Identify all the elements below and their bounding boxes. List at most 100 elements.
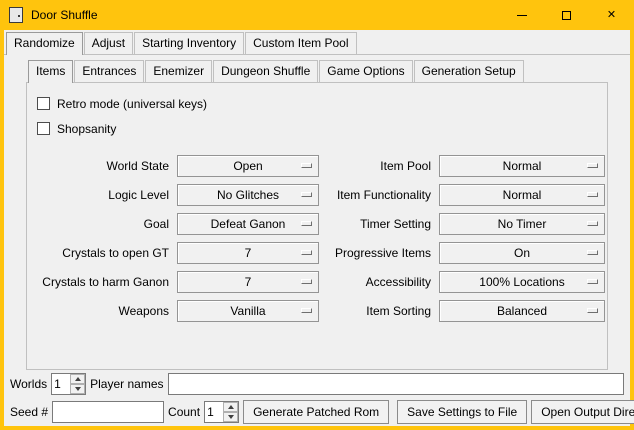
menu-indicator-icon bbox=[301, 163, 312, 168]
menu-indicator-icon bbox=[587, 250, 598, 255]
checkbox-label: Retro mode (universal keys) bbox=[57, 97, 207, 111]
item-sorting-dropdown[interactable]: Balanced bbox=[439, 300, 605, 322]
spin-down-button[interactable] bbox=[70, 384, 85, 394]
goal-dropdown[interactable]: Defeat Ganon bbox=[177, 213, 319, 235]
maximize-icon bbox=[562, 11, 571, 20]
dropdown-value: No Timer bbox=[498, 217, 547, 231]
tab-adjust[interactable]: Adjust bbox=[84, 32, 133, 54]
menu-indicator-icon bbox=[587, 163, 598, 168]
spin-up-button[interactable] bbox=[223, 402, 238, 412]
randomize-pane: Items Entrances Enemizer Dungeon Shuffle… bbox=[4, 54, 630, 370]
crystals-ganon-label: Crystals to harm Ganon bbox=[29, 275, 169, 289]
window-title: Door Shuffle bbox=[31, 8, 98, 22]
spin-arrows bbox=[223, 402, 238, 422]
crystals-ganon-dropdown[interactable]: 7 bbox=[177, 271, 319, 293]
tab-dungeon-shuffle[interactable]: Dungeon Shuffle bbox=[213, 60, 318, 82]
field-grid: World State Open Item Pool Normal Logic … bbox=[29, 155, 605, 322]
accessibility-label: Accessibility bbox=[327, 275, 431, 289]
progressive-items-label: Progressive Items bbox=[327, 246, 431, 260]
timer-setting-label: Timer Setting bbox=[327, 217, 431, 231]
dropdown-value: Balanced bbox=[497, 304, 547, 318]
title-bar: Door Shuffle ✕ bbox=[0, 0, 634, 30]
item-functionality-label: Item Functionality bbox=[327, 188, 431, 202]
tab-randomize[interactable]: Randomize bbox=[6, 32, 83, 55]
progressive-items-dropdown[interactable]: On bbox=[439, 242, 605, 264]
item-pool-dropdown[interactable]: Normal bbox=[439, 155, 605, 177]
app-window: Door Shuffle ✕ Randomize Adjust Starting… bbox=[0, 0, 634, 430]
dropdown-value: Normal bbox=[503, 188, 542, 202]
inner-tab-bar: Items Entrances Enemizer Dungeon Shuffle… bbox=[26, 60, 608, 82]
accessibility-dropdown[interactable]: 100% Locations bbox=[439, 271, 605, 293]
menu-indicator-icon bbox=[301, 279, 312, 284]
player-names-label: Player names bbox=[90, 377, 163, 391]
dropdown-value: 7 bbox=[245, 246, 252, 260]
door-icon[interactable] bbox=[9, 7, 23, 23]
menu-indicator-icon bbox=[587, 308, 598, 313]
items-pane: Retro mode (universal keys) Shopsanity W… bbox=[26, 82, 608, 370]
timer-setting-dropdown[interactable]: No Timer bbox=[439, 213, 605, 235]
logic-level-dropdown[interactable]: No Glitches bbox=[177, 184, 319, 206]
item-functionality-dropdown[interactable]: Normal bbox=[439, 184, 605, 206]
seed-label: Seed # bbox=[10, 405, 48, 419]
worlds-row: Worlds Player names bbox=[10, 372, 624, 396]
menu-indicator-icon bbox=[301, 221, 312, 226]
shopsanity-checkbox[interactable]: Shopsanity bbox=[37, 116, 605, 141]
menu-indicator-icon bbox=[301, 308, 312, 313]
spin-arrows bbox=[70, 374, 85, 394]
generate-patched-rom-button[interactable]: Generate Patched Rom bbox=[243, 400, 389, 424]
tab-enemizer[interactable]: Enemizer bbox=[145, 60, 212, 82]
seed-row: Seed # Count Generate Patched Rom Save S… bbox=[10, 399, 624, 425]
checkbox-icon bbox=[37, 97, 50, 110]
dropdown-value: Normal bbox=[503, 159, 542, 173]
client-area: Randomize Adjust Starting Inventory Cust… bbox=[4, 30, 630, 426]
count-input[interactable] bbox=[205, 402, 223, 422]
dropdown-value: 100% Locations bbox=[479, 275, 564, 289]
close-button[interactable]: ✕ bbox=[589, 0, 634, 30]
tab-custom-item-pool[interactable]: Custom Item Pool bbox=[245, 32, 356, 54]
spin-up-icon bbox=[228, 405, 234, 409]
outer-tab-bar: Randomize Adjust Starting Inventory Cust… bbox=[4, 32, 630, 54]
world-state-label: World State bbox=[29, 159, 169, 173]
menu-indicator-icon bbox=[301, 250, 312, 255]
tab-starting-inventory[interactable]: Starting Inventory bbox=[134, 32, 244, 54]
menu-indicator-icon bbox=[587, 192, 598, 197]
weapons-dropdown[interactable]: Vanilla bbox=[177, 300, 319, 322]
save-settings-button[interactable]: Save Settings to File bbox=[397, 400, 527, 424]
minimize-button[interactable] bbox=[499, 0, 544, 30]
dropdown-value: 7 bbox=[245, 275, 252, 289]
maximize-button[interactable] bbox=[544, 0, 589, 30]
worlds-input[interactable] bbox=[52, 374, 70, 394]
retro-mode-checkbox[interactable]: Retro mode (universal keys) bbox=[37, 91, 605, 116]
crystals-gt-dropdown[interactable]: 7 bbox=[177, 242, 319, 264]
goal-label: Goal bbox=[29, 217, 169, 231]
open-output-directory-button[interactable]: Open Output Directory bbox=[531, 400, 634, 424]
spin-down-button[interactable] bbox=[223, 412, 238, 422]
tab-items[interactable]: Items bbox=[28, 60, 73, 83]
checkbox-icon bbox=[37, 122, 50, 135]
count-stepper bbox=[204, 401, 239, 423]
dropdown-value: No Glitches bbox=[217, 188, 279, 202]
tab-game-options[interactable]: Game Options bbox=[319, 60, 412, 82]
spin-up-button[interactable] bbox=[70, 374, 85, 384]
count-label: Count bbox=[168, 405, 200, 419]
bottom-bar: Worlds Player names Seed # Count bbox=[4, 370, 630, 430]
weapons-label: Weapons bbox=[29, 304, 169, 318]
tab-entrances[interactable]: Entrances bbox=[74, 60, 144, 82]
minimize-icon bbox=[517, 15, 527, 16]
crystals-gt-label: Crystals to open GT bbox=[29, 246, 169, 260]
close-icon: ✕ bbox=[607, 10, 616, 21]
worlds-label: Worlds bbox=[10, 377, 47, 391]
dropdown-value: On bbox=[514, 246, 530, 260]
window-controls: ✕ bbox=[499, 0, 634, 30]
checkbox-label: Shopsanity bbox=[57, 122, 116, 136]
world-state-dropdown[interactable]: Open bbox=[177, 155, 319, 177]
tab-generation-setup[interactable]: Generation Setup bbox=[414, 60, 524, 82]
menu-indicator-icon bbox=[587, 221, 598, 226]
player-names-input[interactable] bbox=[168, 373, 625, 395]
dropdown-value: Open bbox=[233, 159, 262, 173]
menu-indicator-icon bbox=[301, 192, 312, 197]
dropdown-value: Vanilla bbox=[230, 304, 265, 318]
spin-down-icon bbox=[228, 415, 234, 419]
menu-indicator-icon bbox=[587, 279, 598, 284]
seed-input[interactable] bbox=[52, 401, 164, 423]
